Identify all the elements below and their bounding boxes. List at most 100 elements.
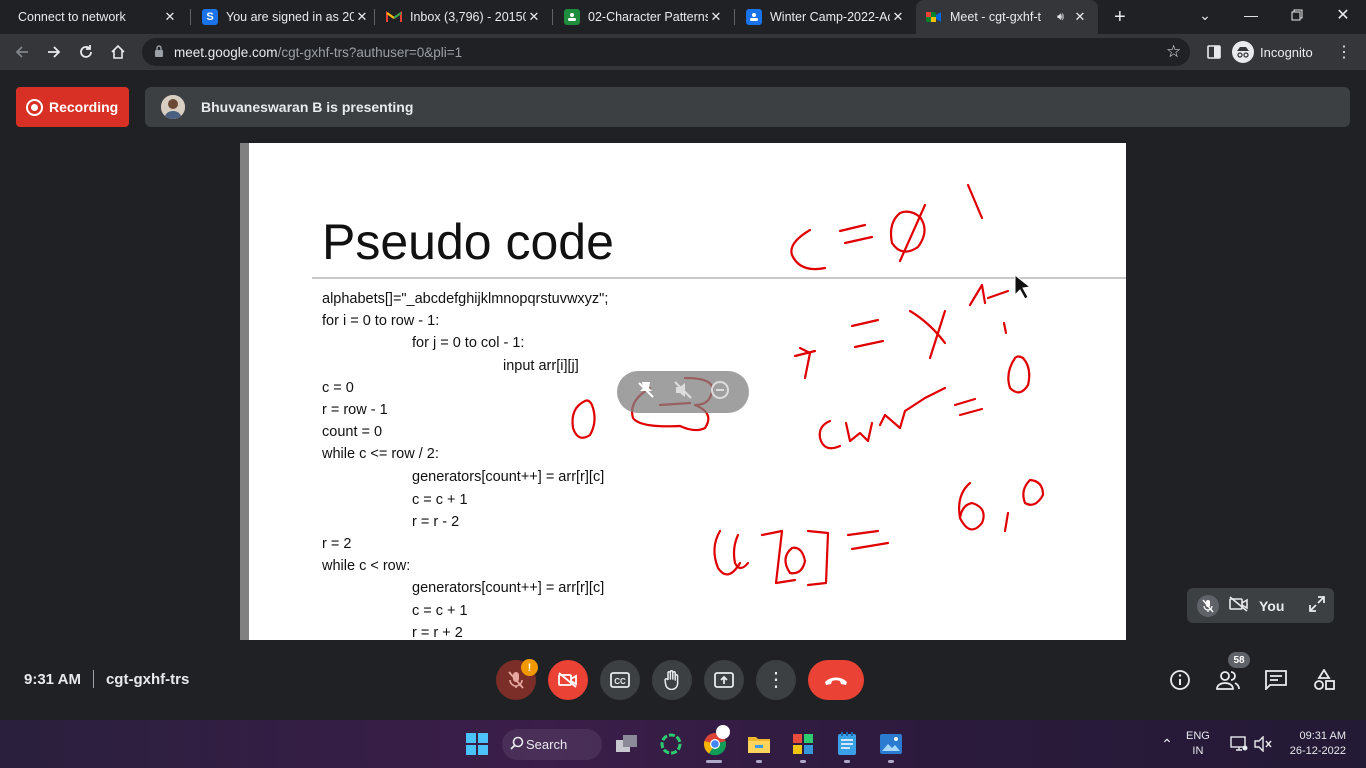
close-tab-icon[interactable]: ✕: [162, 9, 178, 25]
taskbar-search[interactable]: Search: [502, 729, 602, 760]
meet-icon: [926, 9, 942, 25]
file-explorer-icon[interactable]: [746, 731, 772, 757]
microphone-button[interactable]: !: [496, 659, 538, 700]
present-button[interactable]: [704, 660, 744, 700]
s-logo-icon: S: [202, 9, 218, 25]
recording-label: Recording: [49, 99, 119, 115]
close-tab-icon[interactable]: ✕: [708, 9, 724, 25]
tab-winter-camp[interactable]: Winter Camp-2022-Ac ✕: [736, 0, 916, 34]
new-tab-button[interactable]: +: [1104, 0, 1134, 34]
search-label: Search: [526, 737, 568, 752]
self-tile-label: You: [1259, 597, 1285, 614]
people-button[interactable]: [1215, 667, 1241, 693]
app-ring-icon[interactable]: [658, 731, 684, 757]
address-bar[interactable]: meet.google.com/cgt-gxhf-trs?authuser=0&…: [142, 38, 1190, 66]
tab-character-patterns[interactable]: 02-Character Patterns ✕: [554, 0, 734, 34]
divider: [92, 670, 94, 688]
back-icon[interactable]: [10, 40, 34, 64]
tab-connect-to-network[interactable]: Connect to network ✕: [8, 0, 188, 34]
input-language-indicator[interactable]: ENG IN: [1186, 729, 1210, 759]
store-app-icon[interactable]: [790, 731, 816, 757]
closed-captions-icon: CC: [610, 672, 630, 688]
tab-separator: [190, 9, 191, 25]
more-options-button[interactable]: ⋮: [756, 660, 796, 700]
pin-off-icon[interactable]: [635, 379, 657, 406]
volume-muted-icon[interactable]: [1250, 731, 1276, 757]
language-code: ENG: [1186, 730, 1210, 742]
browser-menu-icon[interactable]: ⋮: [1332, 40, 1356, 64]
tab-signed-in[interactable]: S You are signed in as 20 ✕: [192, 0, 380, 34]
home-icon[interactable]: [106, 40, 130, 64]
mouse-cursor-icon: [1014, 273, 1032, 300]
close-window-icon[interactable]: ✕: [1320, 0, 1366, 30]
svg-text:CC: CC: [614, 677, 626, 686]
close-tab-icon[interactable]: ✕: [1072, 9, 1088, 25]
avatar: [161, 95, 185, 119]
tab-separator: [552, 9, 553, 25]
tab-search-icon[interactable]: ⌄: [1182, 0, 1228, 30]
notepad-icon[interactable]: [834, 731, 860, 757]
tab-gmail[interactable]: Inbox (3,796) - 20150 ✕: [376, 0, 552, 34]
region-code: IN: [1192, 745, 1204, 757]
shared-slide: Pseudo code alphabets[]="_abcdefghijklmn…: [240, 143, 1126, 640]
minimize-icon[interactable]: —: [1228, 0, 1274, 30]
end-call-icon: [825, 677, 847, 685]
incognito-profile-button[interactable]: Incognito: [1232, 39, 1313, 65]
tab-title: Meet - cgt-gxhf-t: [950, 10, 1041, 24]
url-host: meet.google.com: [174, 45, 278, 60]
close-tab-icon[interactable]: ✕: [354, 9, 370, 25]
search-icon: [510, 736, 524, 753]
close-tab-icon[interactable]: ✕: [890, 9, 906, 25]
leave-call-button[interactable]: [808, 660, 864, 700]
recording-indicator[interactable]: Recording: [16, 87, 129, 127]
classroom-icon: [746, 9, 762, 25]
close-tab-icon[interactable]: ✕: [526, 9, 542, 25]
tab-title: Connect to network: [18, 10, 126, 24]
mic-off-icon: [508, 671, 524, 689]
tab-title: You are signed in as 20: [226, 10, 354, 24]
restore-icon[interactable]: [1274, 0, 1320, 30]
running-indicator: [888, 760, 894, 763]
clock-date: 26-12-2022: [1289, 745, 1346, 757]
show-hidden-icons-chevron-up-icon[interactable]: ⌃: [1154, 731, 1180, 757]
chat-button[interactable]: [1263, 667, 1289, 693]
camera-button[interactable]: [548, 660, 588, 700]
photos-icon[interactable]: [878, 731, 904, 757]
presenting-text: Bhuvaneswaran B is presenting: [201, 99, 414, 115]
running-indicator: [844, 760, 850, 763]
network-icon[interactable]: [1226, 731, 1252, 757]
remove-icon[interactable]: [709, 379, 731, 406]
forward-icon[interactable]: [42, 40, 66, 64]
mic-alert-badge: !: [521, 659, 538, 676]
chat-icon: [1265, 670, 1287, 690]
tab-separator: [374, 9, 375, 25]
running-indicator: [706, 760, 722, 763]
reload-icon[interactable]: [74, 40, 98, 64]
speaker-icon[interactable]: 🔊︎: [1057, 11, 1064, 24]
people-icon: [1216, 671, 1240, 690]
chrome-icon[interactable]: [702, 725, 730, 757]
windows-start-icon[interactable]: [464, 731, 490, 757]
shapes-icon: [1314, 669, 1335, 690]
expand-icon[interactable]: [1308, 595, 1326, 616]
meeting-details-button[interactable]: [1167, 667, 1193, 693]
side-panel-icon[interactable]: [1202, 40, 1226, 64]
url-path: /cgt-gxhf-trs?authuser=0&pli=1: [277, 45, 463, 60]
url-text: meet.google.com/cgt-gxhf-trs?authuser=0&…: [174, 45, 462, 60]
raise-hand-button[interactable]: [652, 660, 692, 700]
bookmark-star-icon[interactable]: ☆: [1166, 42, 1181, 62]
system-clock[interactable]: 09:31 AM 26-12-2022: [1282, 729, 1346, 759]
incognito-badge-icon: [716, 725, 730, 739]
task-view-icon[interactable]: [614, 731, 640, 757]
mute-off-icon[interactable]: [672, 379, 694, 406]
more-vert-icon: ⋮: [766, 669, 786, 691]
self-view-tile[interactable]: You: [1187, 588, 1334, 623]
tab-meet[interactable]: Meet - cgt-gxhf-t 🔊︎ ✕: [916, 0, 1098, 34]
activities-button[interactable]: [1311, 667, 1337, 693]
tab-strip: Connect to network ✕ S You are signed in…: [0, 0, 1366, 34]
captions-button[interactable]: CC: [600, 660, 640, 700]
hand-icon: [664, 670, 679, 690]
lock-icon[interactable]: [154, 45, 164, 63]
browser-toolbar: meet.google.com/cgt-gxhf-trs?authuser=0&…: [0, 34, 1366, 70]
tab-title: Winter Camp-2022-Ac: [770, 10, 890, 24]
